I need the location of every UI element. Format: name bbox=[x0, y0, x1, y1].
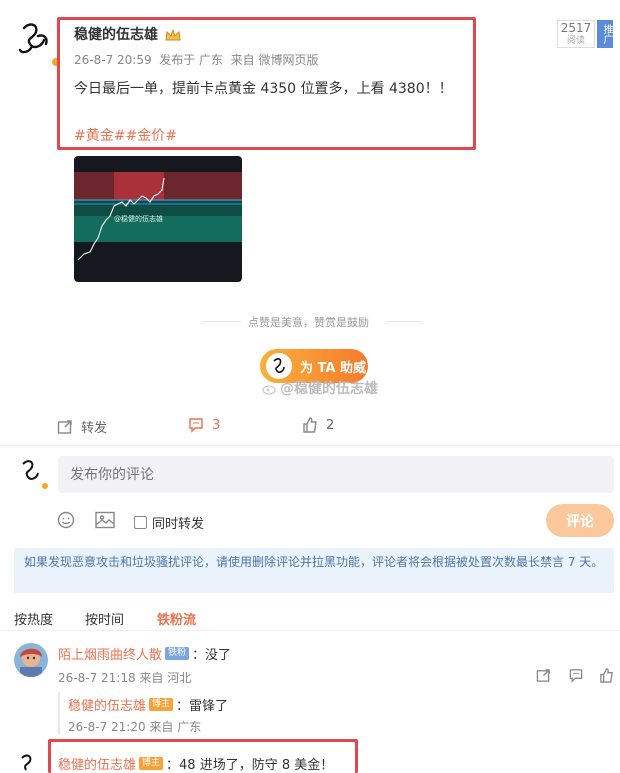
comment-author-2[interactable]: 稳健的伍志雄 bbox=[58, 754, 136, 773]
comment-author[interactable]: 陌上烟雨曲终人散 bbox=[58, 644, 162, 663]
repost-label: 转发 bbox=[81, 421, 108, 436]
post-image[interactable]: @稳健的伍志雄 bbox=[74, 156, 242, 282]
weibo-watermark-icon bbox=[262, 380, 278, 395]
emoji-button[interactable] bbox=[57, 511, 75, 533]
comment-icon bbox=[189, 418, 203, 433]
author-avatar[interactable] bbox=[12, 16, 56, 60]
tab-fans[interactable]: 铁粉流 bbox=[157, 609, 196, 628]
comment-meta: 26-8-7 21:18 来自 河北 bbox=[58, 671, 192, 685]
repost-checkbox-group[interactable]: 同时转发 bbox=[134, 513, 204, 532]
emoji-icon bbox=[57, 511, 75, 529]
repost-checkbox[interactable] bbox=[134, 516, 147, 529]
crown-icon bbox=[164, 27, 182, 41]
reply-author[interactable]: 稳健的伍志雄 bbox=[68, 695, 146, 714]
comment-text: ：没了 bbox=[192, 648, 232, 663]
reply-thread-line bbox=[58, 692, 60, 734]
reward-button-label: 为 TA 助威 bbox=[300, 360, 366, 376]
reward-divider-right bbox=[386, 321, 422, 322]
reply-icon bbox=[569, 669, 583, 683]
read-count: 2517 bbox=[560, 21, 592, 35]
comment-like-button[interactable] bbox=[599, 668, 614, 687]
comment-input[interactable] bbox=[58, 456, 614, 493]
author-badge: 博主 bbox=[149, 698, 174, 711]
thumb-up-icon bbox=[600, 668, 613, 683]
repost-action[interactable]: 转发 bbox=[57, 417, 107, 436]
actions-divider bbox=[0, 445, 620, 446]
comment-action[interactable]: 3 bbox=[188, 417, 220, 433]
image-watermark: @稳健的伍志雄 bbox=[114, 215, 163, 223]
fan-badge: 铁粉 bbox=[165, 647, 190, 660]
post-tags[interactable]: #黄金##金价# bbox=[74, 125, 177, 145]
commenter-avatar[interactable] bbox=[14, 643, 48, 677]
image-icon bbox=[95, 511, 115, 529]
author-badge-2: 博主 bbox=[139, 757, 164, 770]
comment-reply-button[interactable] bbox=[568, 668, 584, 687]
promote-button[interactable]: 推广 bbox=[597, 20, 613, 48]
repost-icon bbox=[57, 419, 72, 434]
tabs-divider bbox=[0, 630, 620, 631]
moderation-notice: 如果发现恶意攻击和垃圾骚扰评论，请使用删除评论并拉黑功能，评论者将会根据被处置次… bbox=[14, 548, 614, 593]
commenter-avatar-2[interactable] bbox=[14, 750, 44, 773]
post-meta: 26-8-7 20:59 发布于 广东 来自 微博网页版 bbox=[74, 53, 319, 67]
reward-slogan: 点赞是美意，赞赏是鼓励 bbox=[248, 316, 369, 329]
read-label: 阅读 bbox=[566, 36, 585, 46]
post-author-name[interactable]: 稳健的伍志雄 bbox=[74, 24, 158, 44]
comment-share-button[interactable] bbox=[536, 668, 551, 687]
reward-watermark: @稳健的伍志雄 bbox=[280, 381, 378, 397]
tab-time[interactable]: 按时间 bbox=[85, 609, 124, 628]
current-user-verified-icon bbox=[40, 481, 50, 491]
submit-comment-button[interactable]: 评论 bbox=[546, 504, 614, 537]
reply-meta: 26-8-7 21:20 来自 广东 bbox=[68, 720, 202, 734]
reward-divider-left bbox=[202, 321, 242, 322]
read-count-box: 2517 阅读 bbox=[557, 20, 595, 48]
image-button[interactable] bbox=[95, 511, 115, 533]
reply-text: ：雷锋了 bbox=[176, 699, 229, 714]
like-count: 2 bbox=[326, 417, 335, 433]
comment-count: 3 bbox=[212, 417, 221, 433]
post-text: 今日最后一单，提前卡点黄金 4350 位置多，上看 4380！！ bbox=[74, 81, 453, 97]
reward-avatar bbox=[266, 353, 292, 379]
tab-hot[interactable]: 按热度 bbox=[14, 609, 53, 628]
comment-text-2: ：48 进场了，防守 8 美金！ bbox=[166, 758, 334, 773]
like-icon bbox=[303, 417, 317, 433]
like-action[interactable]: 2 bbox=[302, 417, 334, 433]
share-icon bbox=[536, 669, 550, 682]
repost-checkbox-label: 同时转发 bbox=[152, 517, 205, 532]
